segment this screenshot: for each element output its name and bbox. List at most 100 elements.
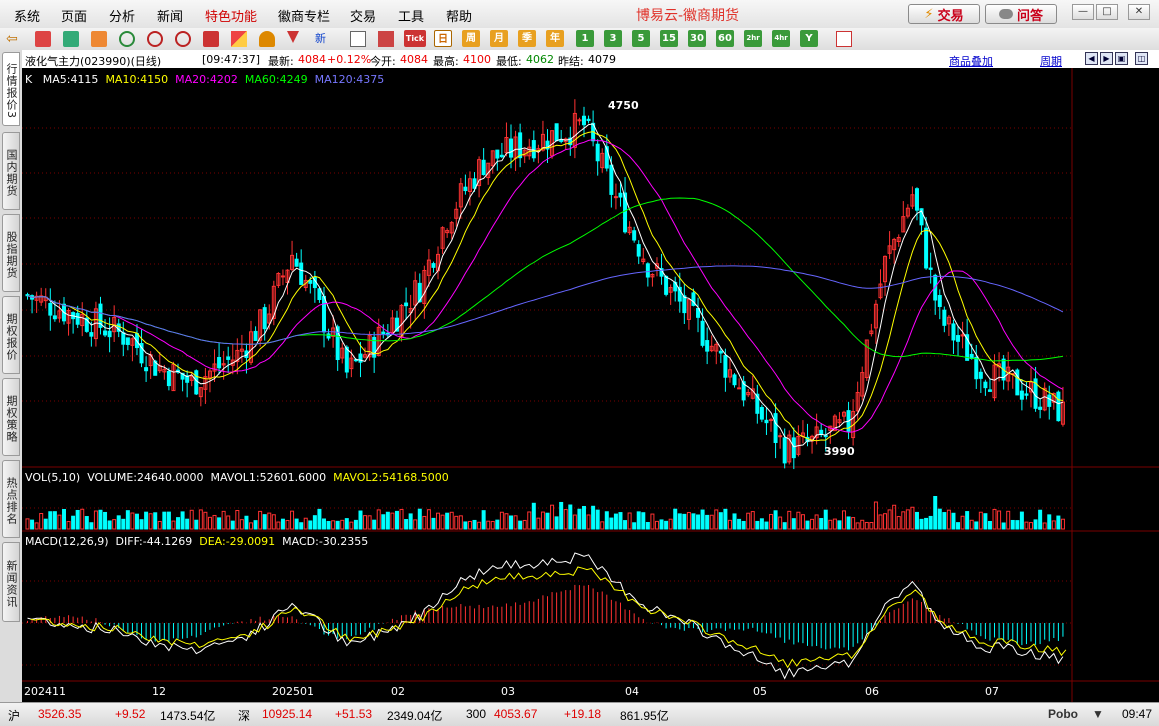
menu-analysis[interactable]: 分析 (109, 6, 135, 25)
refresh-icon[interactable] (119, 31, 135, 47)
volume-bar (390, 512, 395, 530)
volume-bar (846, 516, 851, 530)
volume-bar (956, 522, 961, 530)
menu-trade[interactable]: 交易 (350, 6, 376, 25)
period-week-button[interactable]: 周 (462, 30, 480, 47)
volume-bar (52, 511, 57, 530)
volume-bar (732, 513, 737, 530)
period-quarter-button[interactable]: 季 (518, 30, 536, 47)
kline-chart-area[interactable]: K MA5:4115 MA10:4150 MA20:4202 MA60:4249… (22, 68, 1159, 702)
volume-bar (677, 513, 682, 530)
volume-bar (910, 506, 915, 530)
kline-chart-svg[interactable] (22, 68, 1159, 702)
period-month-button[interactable]: 月 (490, 30, 508, 47)
menu-news[interactable]: 新闻 (157, 6, 183, 25)
candle-body (317, 288, 322, 301)
candle-body (759, 406, 764, 420)
tab-quotes[interactable]: 行情报价3 (2, 52, 20, 126)
nav-expand-icon[interactable]: ◫ (1135, 52, 1148, 65)
chart-icon[interactable] (91, 31, 107, 47)
menu-huishang-column[interactable]: 徽商专栏 (278, 6, 330, 25)
layout-icon[interactable] (836, 31, 852, 47)
period-3min-button[interactable]: 3 (604, 30, 622, 47)
volume-bar (896, 516, 901, 530)
volume-bar (823, 509, 828, 530)
volume-bar (609, 517, 614, 530)
quote-list-icon[interactable] (63, 31, 79, 47)
nav-zoom-icon[interactable]: ▣ (1115, 52, 1128, 65)
volume-bar (477, 521, 482, 530)
sz-change: +51.53 (335, 707, 373, 721)
volume-bar (937, 508, 942, 530)
period-1min-button[interactable]: 1 (576, 30, 594, 47)
volume-bar (782, 522, 787, 530)
tab-options-quotes[interactable]: 期权报价 (2, 296, 20, 374)
volume-bar (527, 511, 532, 530)
overlay-link[interactable]: 商品叠加 (949, 53, 993, 69)
tab-news-info[interactable]: 新闻资讯 (2, 542, 20, 622)
filter-icon[interactable] (287, 31, 299, 43)
volume-bar (841, 510, 846, 530)
period-30min-button[interactable]: 30 (688, 30, 706, 47)
volume-bar (1038, 509, 1043, 530)
period-15min-button[interactable]: 15 (660, 30, 678, 47)
menu-system[interactable]: 系统 (14, 6, 40, 25)
volume-bar (467, 520, 472, 530)
bell-icon[interactable] (259, 31, 275, 47)
home-icon[interactable] (35, 31, 51, 47)
period-2hr-button[interactable]: 2hr (744, 30, 762, 47)
period-60min-button[interactable]: 60 (716, 30, 734, 47)
period-day-button[interactable]: 日 (434, 30, 452, 47)
menu-help[interactable]: 帮助 (446, 6, 472, 25)
nav-right-icon[interactable]: ▶ (1100, 52, 1113, 65)
tick-button[interactable]: Tick (404, 30, 426, 47)
volume-bar (25, 518, 30, 530)
bar-chart-icon[interactable] (378, 31, 394, 47)
volume-bar (290, 510, 295, 530)
candle-body (778, 435, 783, 438)
volume-bar (363, 515, 368, 530)
period-5min-button[interactable]: 5 (632, 30, 650, 47)
period-4hr-button[interactable]: 4hr (772, 30, 790, 47)
window-icon[interactable] (203, 31, 219, 47)
pobo-brand: Pobo (1048, 707, 1078, 721)
volume-bar (180, 511, 185, 530)
period-link[interactable]: 周期 (1040, 53, 1062, 69)
candle-body (609, 164, 614, 195)
minimize-icon[interactable]: — (1072, 4, 1094, 20)
tab-domestic-futures[interactable]: 国内期货 (2, 132, 20, 210)
menu-tools[interactable]: 工具 (398, 6, 424, 25)
nav-left-icon[interactable]: ◀ (1085, 52, 1098, 65)
volume-bar (408, 513, 413, 530)
menu-special-features[interactable]: 特色功能 (205, 6, 257, 25)
volume-bar (983, 513, 988, 530)
ask-button[interactable]: 问答 (985, 4, 1057, 24)
volume-bar (568, 504, 573, 530)
volume-bar (349, 521, 354, 530)
zoom-in-icon[interactable] (147, 31, 163, 47)
tab-hot-ranking[interactable]: 热点排名 (2, 460, 20, 538)
new-icon[interactable]: 新 (315, 31, 331, 47)
volume-bar (901, 511, 906, 530)
tab-index-futures[interactable]: 股指期货 (2, 214, 20, 292)
menu-page[interactable]: 页面 (61, 6, 87, 25)
back-arrow-icon[interactable]: ⇦ (6, 31, 22, 47)
candle-body (495, 149, 500, 159)
hs300-amount: 861.95亿 (620, 709, 669, 723)
table-icon[interactable] (350, 31, 366, 47)
volume-bar (331, 520, 336, 530)
close-icon[interactable]: ✕ (1128, 4, 1150, 20)
volume-bar (559, 501, 564, 530)
x-label-05: 05 (753, 685, 767, 698)
macd-value: MACD:-30.2355 (282, 535, 369, 548)
zoom-out-icon[interactable] (175, 31, 191, 47)
period-y-button[interactable]: Y (800, 30, 818, 47)
volume-bar (157, 520, 162, 530)
volume-bar (618, 512, 623, 530)
tab-options-strategy[interactable]: 期权策略 (2, 378, 20, 456)
draw-pen-icon[interactable] (231, 31, 247, 47)
candle-body (682, 295, 687, 314)
period-year-button[interactable]: 年 (546, 30, 564, 47)
maximize-icon[interactable]: □ (1096, 4, 1118, 20)
trade-button[interactable]: ⚡ 交易 (908, 4, 980, 24)
